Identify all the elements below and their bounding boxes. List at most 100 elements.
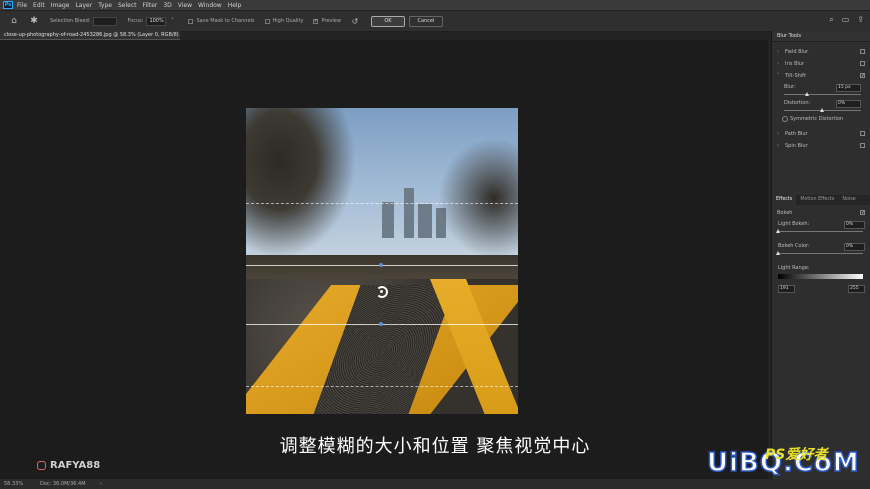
symmetric-distortion-checkbox[interactable]: [782, 115, 788, 122]
light-range-low-field[interactable]: 191: [778, 285, 795, 293]
symmetric-distortion-label: Symmetric Distortion: [790, 116, 844, 122]
bokeh-checkbox[interactable]: ✓: [860, 210, 865, 216]
reset-icon[interactable]: ↺: [349, 17, 361, 26]
slider-track: [784, 94, 861, 95]
ok-button[interactable]: OK: [370, 15, 405, 27]
tilt-shift-label: Tilt-Shift: [785, 73, 806, 79]
instagram-icon: [37, 461, 46, 470]
site-watermark: PS爱好者 UiBQ.CoM: [706, 447, 860, 479]
slider-track: [778, 231, 863, 232]
menu-3d[interactable]: 3D: [163, 2, 171, 9]
blur-amount-label: Blur:: [784, 84, 796, 90]
zoom-level[interactable]: 58.33%: [4, 479, 23, 489]
options-bar: ⌂ ✱ Selection Bleed: Focus: 100% ˅ Save …: [0, 10, 870, 32]
slider-knob[interactable]: [820, 108, 824, 112]
status-bar: 58.33% Doc: 36.0M/36.4M ›: [0, 479, 870, 489]
bokeh-color-slider[interactable]: [776, 251, 863, 257]
blur-gallery-panel: Blur Tools › Field Blur › Iris Blur ˅ Ti…: [771, 31, 870, 479]
document-tab[interactable]: close-up-photography-of-road-2453286.jpg…: [0, 31, 180, 47]
home-icon[interactable]: ⌂: [8, 16, 20, 26]
blur-amount-field[interactable]: 15 px: [836, 84, 861, 92]
bokeh-color-field[interactable]: 0%: [844, 243, 865, 251]
high-quality-checkbox[interactable]: [264, 18, 270, 24]
slider-knob[interactable]: [776, 229, 780, 233]
save-mask-checkbox[interactable]: [188, 18, 194, 24]
blur-pin-center[interactable]: [380, 290, 383, 293]
distortion-row: Distortion: 0%: [772, 98, 870, 108]
selection-bleed-field[interactable]: [93, 16, 118, 26]
menu-image[interactable]: Image: [51, 2, 70, 9]
slider-knob[interactable]: [804, 92, 809, 96]
field-blur-row[interactable]: › Field Blur: [772, 46, 870, 58]
tilt-rotate-handle-bottom[interactable]: [379, 322, 383, 326]
field-blur-checkbox[interactable]: [860, 49, 865, 54]
light-range-row: Light Range:: [772, 263, 870, 273]
tilt-shift-checkbox[interactable]: ✓: [860, 73, 865, 79]
chevron-right-icon[interactable]: ›: [777, 46, 779, 58]
chevron-down-icon[interactable]: ˅: [166, 18, 178, 24]
menu-layer[interactable]: Layer: [75, 2, 92, 9]
effects-panel: Bokeh ✓ Light Bokeh: 0% Bokeh Color: 0% …: [772, 207, 870, 295]
focus-field[interactable]: 100%: [146, 16, 167, 26]
light-bokeh-slider[interactable]: [776, 229, 863, 235]
chevron-down-icon[interactable]: ˅: [777, 70, 780, 82]
menu-edit[interactable]: Edit: [33, 2, 45, 9]
workspace-icon[interactable]: ▭: [842, 15, 850, 25]
light-range-gradient[interactable]: [778, 274, 863, 279]
iris-blur-checkbox[interactable]: [860, 61, 865, 66]
light-bokeh-label: Light Bokeh:: [778, 221, 810, 227]
bokeh-row[interactable]: Bokeh ✓: [772, 207, 870, 219]
share-icon[interactable]: ⇪: [857, 15, 864, 25]
field-blur-label: Field Blur: [785, 49, 809, 55]
chevron-right-icon[interactable]: ›: [777, 140, 779, 152]
blur-amount-row: Blur: 15 px: [772, 82, 870, 92]
photo-building: [404, 188, 414, 238]
menu-file[interactable]: File: [17, 2, 27, 9]
options-right: ⌕ ▭ ⇪: [829, 15, 864, 25]
photo-building: [382, 202, 394, 238]
doc-size: Doc: 36.0M/36.4M: [40, 481, 86, 487]
menu-help[interactable]: Help: [228, 2, 242, 9]
spin-blur-label: Spin Blur: [785, 143, 808, 149]
search-icon[interactable]: ⌕: [829, 15, 833, 25]
tilt-feather-line-top[interactable]: [246, 203, 518, 204]
tilt-feather-line-bottom[interactable]: [246, 386, 518, 387]
tab-motion-effects[interactable]: Motion Effects: [796, 195, 838, 205]
chevron-right-icon[interactable]: ›: [777, 128, 779, 140]
tilt-rotate-handle-top[interactable]: [379, 263, 383, 267]
light-range-high-field[interactable]: 255: [848, 285, 865, 293]
blur-tools-header: Blur Tools: [772, 31, 870, 42]
photo-trees-left: [246, 108, 356, 258]
effects-tabs: Effects Motion Effects Noise: [772, 195, 870, 205]
tab-noise[interactable]: Noise: [838, 195, 859, 205]
chevron-right-icon[interactable]: ›: [777, 58, 779, 70]
menu-filter[interactable]: Filter: [143, 2, 158, 9]
photoshop-logo-icon[interactable]: Ps: [3, 1, 13, 9]
cancel-button[interactable]: Cancel: [408, 15, 443, 27]
symmetric-distortion-row[interactable]: Symmetric Distortion: [772, 114, 870, 124]
pin-tool-icon[interactable]: ✱: [28, 16, 40, 26]
bokeh-color-row: Bokeh Color: 0%: [772, 241, 870, 251]
menu-window[interactable]: Window: [198, 2, 222, 9]
spin-blur-checkbox[interactable]: [860, 143, 865, 148]
light-bokeh-field[interactable]: 0%: [844, 221, 865, 229]
high-quality-label: High Quality: [272, 18, 304, 24]
menu-type[interactable]: Type: [98, 2, 112, 9]
preview-checkbox[interactable]: ✓: [313, 18, 319, 24]
bokeh-color-label: Bokeh Color:: [778, 243, 810, 249]
credit-text: RAFYA88: [50, 460, 101, 471]
menu-select[interactable]: Select: [118, 2, 137, 9]
spin-blur-row[interactable]: › Spin Blur: [772, 140, 870, 152]
path-blur-row[interactable]: › Path Blur: [772, 128, 870, 140]
slider-knob[interactable]: [776, 251, 780, 255]
tilt-shift-row[interactable]: ˅ Tilt-Shift ✓: [772, 70, 870, 82]
path-blur-checkbox[interactable]: [860, 131, 865, 136]
iris-blur-row[interactable]: › Iris Blur: [772, 58, 870, 70]
save-mask-label: Save Mask to Channels: [196, 18, 255, 24]
distortion-field[interactable]: 0%: [836, 100, 861, 108]
tab-effects[interactable]: Effects: [772, 195, 797, 205]
menu-view[interactable]: View: [178, 2, 192, 9]
photo-canvas[interactable]: [246, 108, 518, 414]
iris-blur-label: Iris Blur: [785, 61, 805, 67]
chevron-right-icon[interactable]: ›: [100, 479, 102, 489]
